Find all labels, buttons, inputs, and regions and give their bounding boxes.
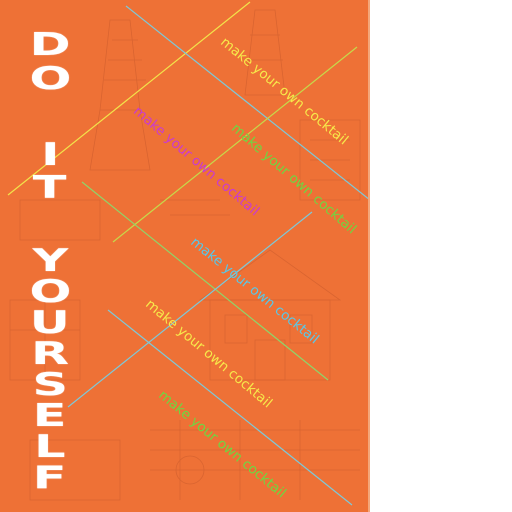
title-word-yourself: YOURSELF	[29, 244, 71, 497]
title-word-do: DO	[29, 28, 71, 96]
title-word-it: IT	[33, 136, 67, 204]
title-letter: I	[40, 136, 60, 174]
poster-title: DOITYOURSELF	[22, 28, 78, 497]
title-letter: S	[32, 366, 68, 404]
title-letter: F	[33, 459, 67, 497]
diy-poster: make your own cocktail make your own cock…	[0, 0, 370, 512]
title-letter: O	[29, 273, 71, 311]
title-letter: R	[31, 335, 69, 373]
title-letter: O	[29, 60, 71, 98]
title-letter: D	[29, 26, 71, 64]
poster-edge	[368, 0, 370, 512]
title-letter: Y	[32, 242, 68, 280]
title-letter: U	[29, 304, 71, 342]
title-letter: E	[33, 397, 67, 435]
title-letter: T	[33, 169, 67, 207]
title-letter: L	[34, 428, 66, 466]
